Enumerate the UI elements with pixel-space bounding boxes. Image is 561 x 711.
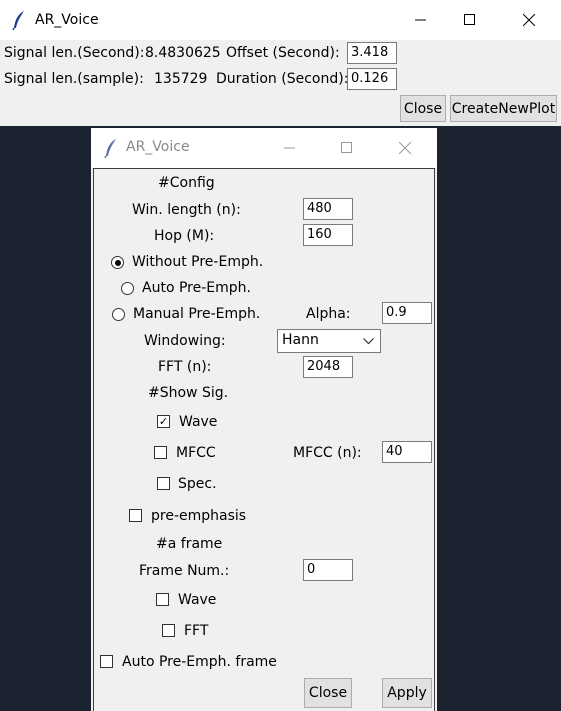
config-maximize-button[interactable] (324, 128, 370, 168)
frame-fft-checkbox-label: FFT (184, 623, 209, 639)
signal-len-second-value: 8.4830625 (145, 45, 221, 61)
feather-icon (104, 138, 118, 162)
radio-manual-pre-emph-label: Manual Pre-Emph. (133, 306, 261, 322)
spec-checkbox-label: Spec. (178, 476, 217, 492)
pre-emphasis-checkbox[interactable] (129, 509, 142, 522)
config-close-button[interactable]: Close (304, 678, 352, 708)
radio-auto-pre-emph-label: Auto Pre-Emph. (142, 280, 251, 296)
windowing-select[interactable]: Hann (277, 329, 381, 353)
minimize-button[interactable] (398, 0, 444, 40)
radio-without-pre-emph[interactable] (111, 256, 124, 269)
main-close-button[interactable]: Close (400, 95, 446, 122)
mfcc-checkbox-label: MFCC (176, 445, 216, 461)
main-window-title: AR_Voice (35, 12, 99, 28)
windowing-label: Windowing: (144, 333, 226, 349)
chevron-down-icon (363, 338, 374, 345)
feather-icon (12, 10, 26, 34)
maximize-button[interactable] (447, 0, 493, 40)
frame-wave-checkbox-label: Wave (178, 592, 217, 608)
windowing-value: Hann (282, 332, 319, 348)
config-close-window-button[interactable] (382, 128, 428, 168)
duration-input[interactable]: 0.126 (347, 68, 397, 90)
signal-len-sample-label: Signal len.(sample): (4, 71, 144, 87)
radio-without-pre-emph-label: Without Pre-Emph. (132, 254, 264, 270)
offset-label: Offset (Second): (226, 45, 340, 61)
win-length-label: Win. length (n): (132, 202, 241, 218)
close-window-button[interactable] (506, 0, 552, 40)
frame-fft-checkbox[interactable] (162, 624, 175, 637)
maximize-icon (464, 14, 475, 25)
mfcc-n-input[interactable]: 40 (382, 441, 432, 463)
show-sig-heading: #Show Sig. (148, 385, 229, 401)
pre-emphasis-checkbox-label: pre-emphasis (151, 508, 247, 524)
minimize-icon (415, 19, 426, 21)
frame-num-input[interactable]: 0 (303, 559, 353, 581)
close-icon (399, 142, 411, 154)
auto-pre-emph-frame-checkbox-label: Auto Pre-Emph. frame (122, 654, 277, 670)
auto-pre-emph-frame-checkbox[interactable] (100, 655, 113, 668)
create-new-plot-button[interactable]: CreateNewPlot (450, 95, 557, 122)
close-icon (523, 14, 535, 26)
mfcc-checkbox[interactable] (154, 446, 167, 459)
frame-wave-checkbox[interactable] (156, 593, 169, 606)
fft-label: FFT (n): (158, 359, 212, 375)
win-length-input[interactable]: 480 (303, 198, 353, 220)
wave-checkbox[interactable]: ✓ (157, 415, 170, 428)
alpha-input[interactable]: 0.9 (382, 302, 432, 324)
wave-checkbox-label: Wave (179, 414, 218, 430)
radio-auto-pre-emph[interactable] (121, 282, 134, 295)
mfcc-n-label: MFCC (n): (293, 445, 362, 461)
alpha-label: Alpha: (306, 306, 351, 322)
a-frame-heading: #a frame (156, 536, 223, 552)
maximize-icon (341, 142, 352, 153)
spec-checkbox[interactable] (157, 477, 170, 490)
config-heading: #Config (158, 175, 215, 191)
radio-manual-pre-emph[interactable] (112, 308, 125, 321)
offset-input[interactable]: 3.418 (347, 42, 397, 64)
duration-label: Duration (Second): (216, 71, 349, 87)
minimize-icon (284, 147, 295, 149)
config-minimize-button[interactable] (267, 128, 313, 168)
config-frame (93, 168, 435, 711)
hop-input[interactable]: 160 (303, 224, 353, 246)
frame-num-label: Frame Num.: (139, 563, 230, 579)
fft-input[interactable]: 2048 (303, 356, 353, 378)
apply-button[interactable]: Apply (382, 678, 432, 708)
signal-len-sample-value: 135729 (154, 71, 208, 87)
hop-label: Hop (M): (154, 228, 215, 244)
config-window-title: AR_Voice (126, 139, 190, 155)
signal-len-second-label: Signal len.(Second): (4, 45, 145, 61)
